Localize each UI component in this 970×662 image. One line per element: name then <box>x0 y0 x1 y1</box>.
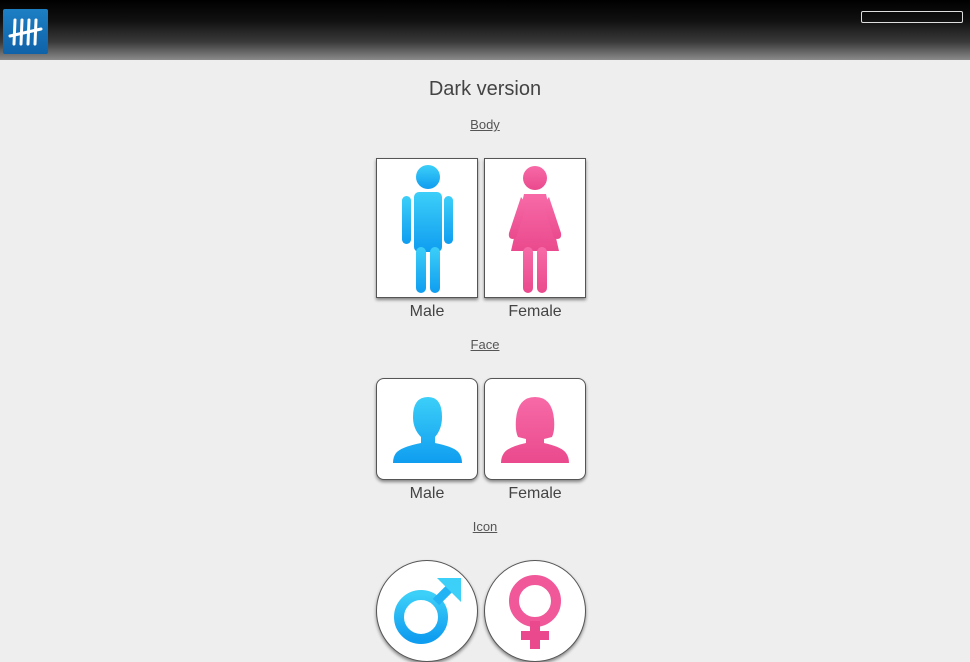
body-link[interactable]: Body <box>470 117 500 132</box>
male-body-label: Male <box>409 303 445 320</box>
tally-marks-icon <box>8 18 43 46</box>
section-face: Face <box>0 337 970 352</box>
male-body-card[interactable] <box>376 158 478 298</box>
female-body-icon <box>508 166 562 293</box>
male-face-icon <box>393 397 462 463</box>
male-face-card[interactable] <box>376 378 478 480</box>
female-face-label: Female <box>508 485 562 502</box>
female-body-label: Female <box>508 303 562 320</box>
male-body-icon <box>402 165 453 293</box>
search-input[interactable] <box>861 11 963 23</box>
top-bar <box>0 0 970 60</box>
male-face-label: Male <box>409 485 445 502</box>
female-face-card[interactable] <box>484 378 586 480</box>
male-symbol-card[interactable] <box>376 560 478 662</box>
mars-symbol-icon <box>394 578 461 644</box>
female-symbol-card[interactable] <box>484 560 586 662</box>
venus-symbol-icon <box>509 575 561 649</box>
face-link[interactable]: Face <box>471 337 500 352</box>
page-title: Dark version <box>428 78 542 100</box>
section-icon: Icon <box>0 519 970 534</box>
section-body: Body <box>0 117 970 132</box>
female-face-icon <box>501 397 569 463</box>
icon-link[interactable]: Icon <box>473 519 498 534</box>
female-body-card[interactable] <box>484 158 586 298</box>
app-logo[interactable] <box>3 9 48 54</box>
